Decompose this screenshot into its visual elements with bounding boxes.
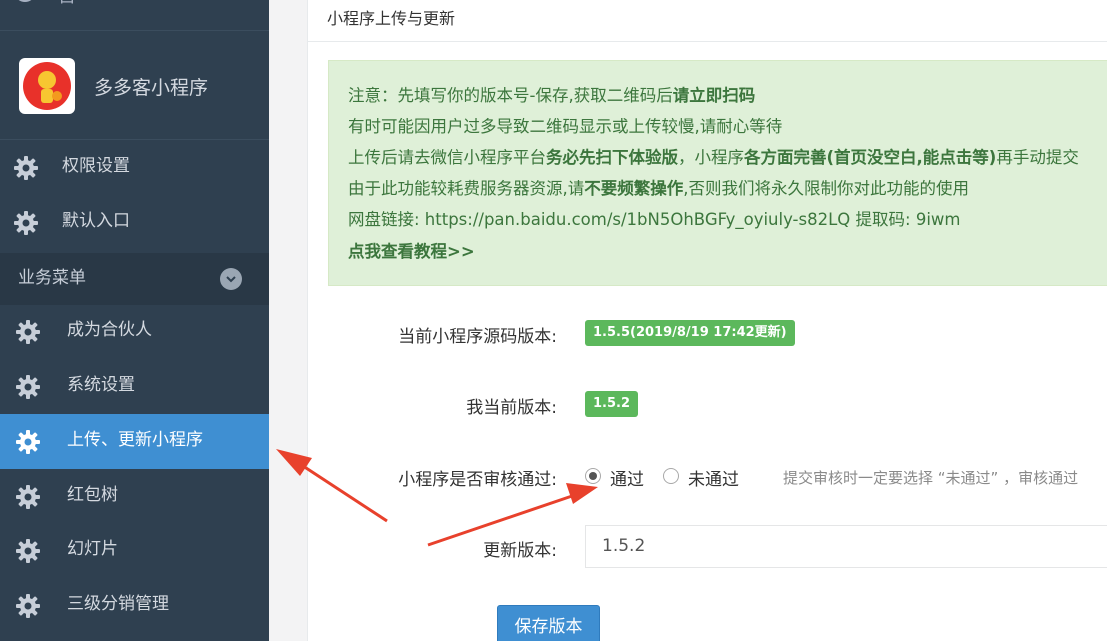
- notice-emphasis: 务必先扫下体验版: [546, 148, 678, 167]
- gear-icon: [14, 318, 42, 346]
- gear-icon: [14, 483, 42, 511]
- gear-icon: [14, 592, 42, 620]
- my-version-label: 我当前版本:: [466, 398, 557, 418]
- sidebar-item-permissions[interactable]: 权限设置: [0, 140, 269, 195]
- sidebar-item-label: 成为合伙人: [67, 320, 152, 340]
- page-title: 小程序上传与更新: [327, 9, 456, 28]
- panel-header: 小程序上传与更新: [308, 0, 1107, 42]
- sidebar-item-upload-update[interactable]: 上传、更新小程序: [0, 414, 269, 469]
- source-version-badge: 1.5.5(2019/8/19 17:42更新): [585, 320, 795, 346]
- sidebar-item-label: 系统设置: [67, 375, 135, 395]
- notice-line: 注意：先填写你的版本号-保存,获取二维码后请立即扫码: [348, 85, 755, 107]
- sidebar-item-label: 幻灯片: [67, 539, 118, 559]
- gear-icon: [14, 428, 42, 456]
- sidebar-group-business-menu[interactable]: 业务菜单: [0, 253, 269, 305]
- sidebar-item-home-partial[interactable]: 首: [0, 0, 269, 7]
- notice-text: 上传后请去微信小程序平台: [348, 148, 546, 167]
- notice-box: 注意：先填写你的版本号-保存,获取二维码后请立即扫码 有时可能因用户过多导致二维…: [328, 60, 1107, 286]
- my-version-badge: 1.5.2: [585, 391, 639, 417]
- main-panel: 小程序上传与更新 注意：先填写你的版本号-保存,获取二维码后请立即扫码 有时可能…: [307, 0, 1107, 641]
- brand-header: 多多客小程序: [0, 30, 269, 140]
- sidebar-item-label: 红包树: [67, 485, 118, 505]
- audit-pass-label[interactable]: 通过: [610, 465, 644, 490]
- update-version-label: 更新版本:: [483, 541, 557, 561]
- sidebar-item-distribution[interactable]: 三级分销管理: [0, 578, 269, 633]
- update-version-value: 1.5.2: [602, 536, 646, 556]
- gear-icon: [14, 537, 42, 565]
- audit-hint: 提交审核时一定要选择 “未通过” ，审核通过: [783, 469, 1079, 487]
- notice-emphasis: 不要频繁操作: [584, 179, 684, 198]
- source-version-label: 当前小程序源码版本:: [398, 327, 557, 347]
- sidebar: 首 多多客小程序 权限设置 默认入口 业务菜单: [0, 0, 269, 641]
- gear-icon: [14, 373, 42, 401]
- sidebar-item-label: 上传、更新小程序: [67, 430, 203, 450]
- notice-emphasis: 请立即扫码: [672, 86, 756, 105]
- notice-line: 有时可能因用户过多导致二维码显示或上传较慢,请耐心等待: [348, 117, 783, 136]
- notice-text: 由于此功能较耗费服务器资源,请: [348, 179, 585, 198]
- chevron-down-icon[interactable]: [220, 268, 242, 290]
- notice-line: 由于此功能较耗费服务器资源,请不要频繁操作,否则我们将永久限制你对此功能的使用: [348, 178, 969, 200]
- notice-line: 上传后请去微信小程序平台务必先扫下体验版，小程序各方面完善(首页没空白,能点击等…: [348, 147, 1079, 169]
- notice-text: 注意：先填写你的版本号-保存,获取二维码后: [348, 86, 673, 105]
- sidebar-item-default-entry[interactable]: 默认入口: [0, 195, 269, 250]
- gear-icon: [12, 154, 40, 182]
- update-version-input[interactable]: 1.5.2: [585, 525, 1107, 568]
- audit-fail-label[interactable]: 未通过: [688, 465, 739, 490]
- notice-emphasis: 各方面完善(首页没空白,能点击等): [744, 148, 997, 167]
- home-icon: [14, 0, 36, 2]
- audit-fail-radio[interactable]: [663, 468, 679, 484]
- tutorial-link[interactable]: 点我查看教程>>: [348, 241, 475, 263]
- app-logo: [19, 58, 75, 114]
- sidebar-item-slideshow[interactable]: 幻灯片: [0, 523, 269, 578]
- notice-text: 再手动提交: [996, 148, 1079, 167]
- sidebar-item-label: 首: [58, 0, 76, 8]
- sidebar-item-partner[interactable]: 成为合伙人: [0, 304, 269, 359]
- netdisk-link[interactable]: 网盘链接: https://pan.baidu.com/s/1bN5OhBGFy…: [348, 209, 960, 231]
- notice-text: ,否则我们将永久限制你对此功能的使用: [683, 179, 969, 198]
- sidebar-group-label: 业务菜单: [18, 268, 86, 288]
- sidebar-item-label: 默认入口: [62, 211, 130, 231]
- sidebar-item-label: 三级分销管理: [67, 594, 169, 614]
- sidebar-item-red-packet-tree[interactable]: 红包树: [0, 469, 269, 524]
- notice-text: ，小程序: [678, 148, 744, 167]
- audit-pass-radio[interactable]: [585, 468, 601, 484]
- gear-icon: [12, 209, 40, 237]
- sidebar-item-label: 权限设置: [62, 156, 130, 176]
- sidebar-item-system-settings[interactable]: 系统设置: [0, 359, 269, 414]
- brand-name: 多多客小程序: [94, 77, 209, 99]
- save-version-button[interactable]: 保存版本: [497, 605, 600, 641]
- audit-label: 小程序是否审核通过:: [398, 470, 557, 490]
